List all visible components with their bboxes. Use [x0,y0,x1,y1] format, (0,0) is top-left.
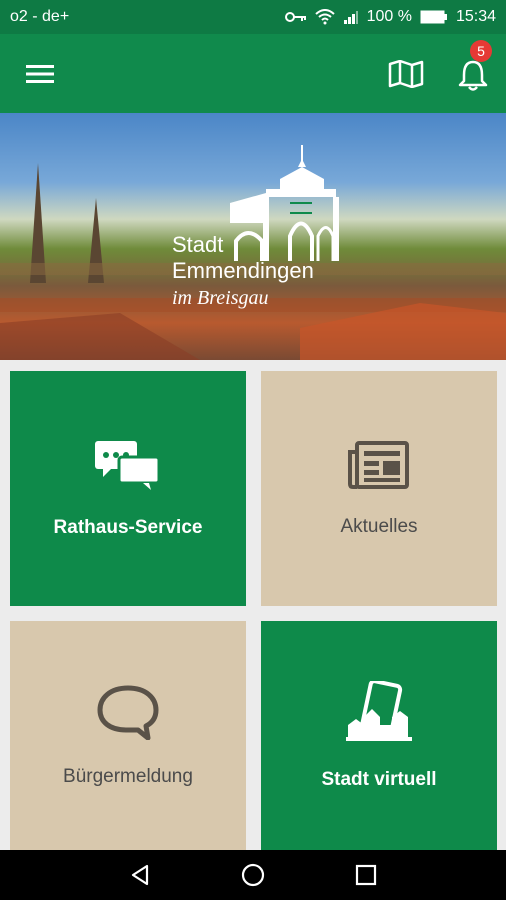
hero-banner: Stadt Emmendingen im Breisgau [0,113,506,360]
bell-icon[interactable] [456,58,490,92]
logo-text-stadt: Stadt [172,232,224,257]
chat-bubbles-icon [95,440,161,490]
tile-aktuelles[interactable]: Aktuelles [261,371,497,606]
notification-badge: 5 [470,40,492,62]
key-icon [284,12,306,22]
menu-icon[interactable] [26,64,54,84]
status-icons: 100 % 15:34 [284,8,496,26]
wifi-icon [314,9,335,25]
status-bar: o2 - de+ 100 % 15:34 [0,0,506,34]
tile-label: Bürgermeldung [63,765,193,787]
tile-rathaus-service[interactable]: Rathaus-Service [10,371,246,606]
tile-label: Stadt virtuell [321,768,437,790]
tile-label: Rathaus-Service [53,516,203,538]
logo-text-breisgau: im Breisgau [172,287,269,309]
newspaper-icon [348,440,409,489]
battery-percent: 100 % [366,8,412,25]
carrier-name: o2 - de+ [10,8,70,25]
logo-text-emmendingen: Emmendingen [172,258,314,283]
back-icon[interactable] [128,863,152,887]
tile-stadt-virtuell[interactable]: Stadt virtuell [261,621,497,850]
speech-bubble-icon [97,685,159,740]
tile-label: Aktuelles [340,515,418,537]
app-bar [0,34,506,113]
home-icon[interactable] [241,863,265,887]
virtual-city-icon [346,680,412,741]
recent-apps-icon[interactable] [354,863,378,887]
tile-buergermeldung[interactable]: Bürgermeldung [10,621,246,850]
signal-icon [343,11,358,24]
clock-time: 15:34 [455,8,496,25]
system-navigation-bar [0,850,506,900]
map-icon[interactable] [388,60,424,88]
city-gate-logo [230,145,339,261]
battery-icon [420,10,447,24]
